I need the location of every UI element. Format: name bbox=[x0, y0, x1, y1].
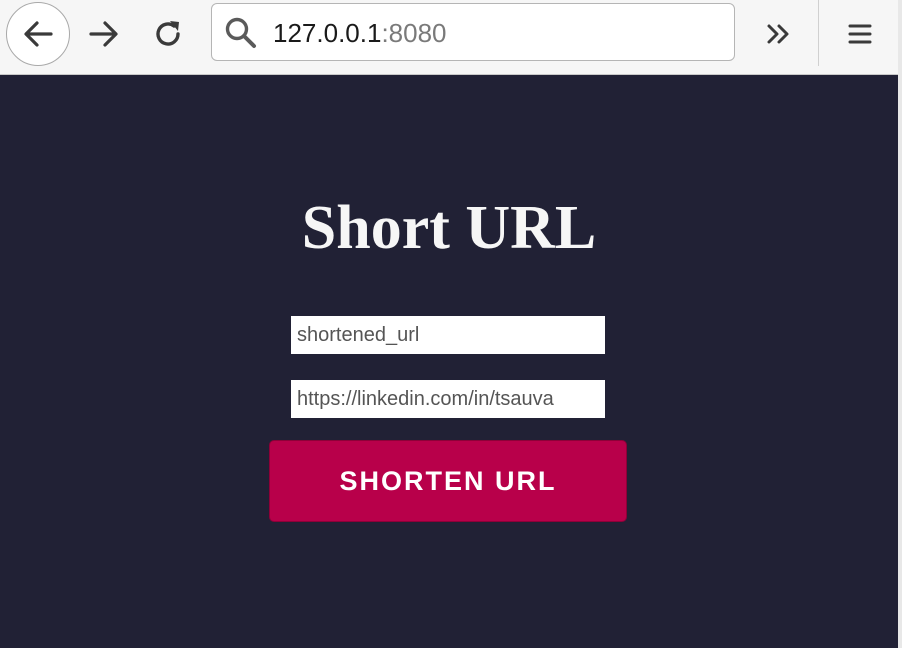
browser-toolbar: 127.0.0.1:8080 bbox=[0, 0, 898, 75]
long-url-input[interactable]: https://linkedin.com/in/tsauva bbox=[291, 380, 605, 418]
reload-icon bbox=[156, 21, 180, 46]
double-chevron-icon bbox=[767, 24, 789, 44]
url-port: :8080 bbox=[381, 18, 447, 48]
hamburger-menu-icon bbox=[848, 24, 872, 44]
url-host: 127.0.0.1 bbox=[273, 18, 382, 48]
forward-button[interactable] bbox=[84, 14, 124, 54]
back-arrow-icon bbox=[24, 21, 53, 47]
shorten-url-button[interactable]: SHORTEN URL bbox=[269, 440, 627, 522]
url-text[interactable]: 127.0.0.1:8080 bbox=[273, 18, 447, 49]
menu-button[interactable] bbox=[840, 14, 880, 54]
forward-arrow-icon bbox=[89, 21, 118, 47]
search-icon bbox=[225, 17, 256, 48]
short-name-value: shortened_url bbox=[297, 323, 420, 346]
address-bar[interactable]: 127.0.0.1:8080 bbox=[211, 3, 735, 61]
reload-button[interactable] bbox=[148, 14, 188, 54]
overflow-button[interactable] bbox=[758, 14, 800, 54]
back-button[interactable] bbox=[6, 2, 70, 66]
long-url-value: https://linkedin.com/in/tsauva bbox=[297, 387, 554, 410]
window-edge bbox=[898, 0, 902, 648]
page-content: Short URL shortened_url https://linkedin… bbox=[0, 75, 898, 648]
page-title: Short URL bbox=[301, 194, 597, 262]
toolbar-separator bbox=[818, 0, 819, 66]
short-name-input[interactable]: shortened_url bbox=[291, 316, 605, 354]
